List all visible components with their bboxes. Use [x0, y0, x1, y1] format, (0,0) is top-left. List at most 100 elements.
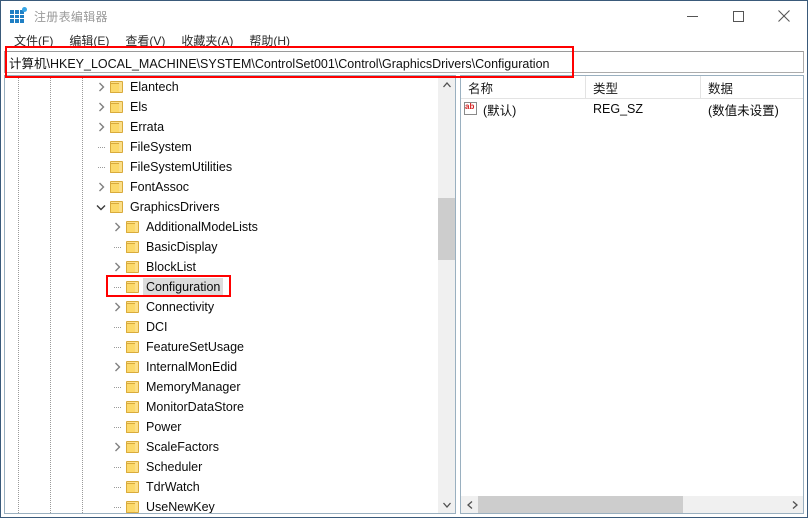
tree-item-scheduler[interactable]: Scheduler	[5, 457, 437, 477]
tree-item-dci[interactable]: DCI	[5, 317, 437, 337]
tree-vertical-scrollbar[interactable]	[437, 76, 455, 513]
chevron-right-icon[interactable]	[109, 257, 125, 277]
folder-icon	[125, 440, 141, 454]
folder-icon	[109, 100, 125, 114]
tree-item-label: Errata	[127, 118, 167, 136]
tree-connector-stub	[109, 337, 125, 357]
tree-connector-stub	[93, 137, 109, 157]
tree-connector-stub	[109, 397, 125, 417]
tree-item-memorymanager[interactable]: MemoryManager	[5, 377, 437, 397]
tree-item-label: UseNewKey	[143, 498, 218, 513]
tree-item-label: BasicDisplay	[143, 238, 221, 256]
scroll-right-icon[interactable]	[786, 496, 803, 513]
chevron-right-icon[interactable]	[93, 117, 109, 137]
tree-item-additionalmodelists[interactable]: AdditionalModeLists	[5, 217, 437, 237]
folder-icon	[109, 140, 125, 154]
tree-item-power[interactable]: Power	[5, 417, 437, 437]
tree-item-basicdisplay[interactable]: BasicDisplay	[5, 237, 437, 257]
tree-connector-stub	[93, 157, 109, 177]
tree-connector-stub	[109, 377, 125, 397]
content-panes: ElantechElsErrata FileSystem FileSystemUti…	[1, 75, 807, 517]
tree-scroll-thumb[interactable]	[438, 198, 455, 260]
tree-item-featuresetusage[interactable]: FeatureSetUsage	[5, 337, 437, 357]
value-row[interactable]: ab (默认) REG_SZ(数值未设置)	[461, 99, 803, 119]
folder-icon	[125, 480, 141, 494]
window-controls	[669, 1, 807, 31]
registry-editor-window: 注册表编辑器 文件(F) 编辑(E) 查看(V) 收藏夹(A) 帮助(H) 计算…	[0, 0, 808, 518]
tree-item-label: ScaleFactors	[143, 438, 222, 456]
scroll-left-icon[interactable]	[461, 496, 478, 513]
column-header-name[interactable]: 名称	[461, 76, 586, 98]
value-type-cell: REG_SZ	[586, 102, 701, 116]
tree-item-configuration[interactable]: Configuration	[5, 277, 437, 297]
string-value-icon: ab	[464, 102, 479, 116]
chevron-right-icon[interactable]	[93, 77, 109, 97]
tree-connector-stub	[109, 277, 125, 297]
folder-icon	[125, 280, 141, 294]
tree-item-label: BlockList	[143, 258, 199, 276]
value-data-cell: (数值未设置)	[701, 100, 803, 119]
chevron-right-icon[interactable]	[93, 177, 109, 197]
tree-item-label: FileSystem	[127, 138, 195, 156]
value-list-horizontal-scrollbar[interactable]	[461, 495, 803, 513]
registry-editor-icon	[10, 8, 26, 24]
tree-item-label: FeatureSetUsage	[143, 338, 247, 356]
tree-item-label: Scheduler	[143, 458, 205, 476]
chevron-down-icon[interactable]	[93, 197, 109, 217]
tree-item-connectivity[interactable]: Connectivity	[5, 297, 437, 317]
menu-view[interactable]: 查看(V)	[117, 31, 173, 51]
value-list-scroll-thumb[interactable]	[478, 496, 683, 513]
column-header-data[interactable]: 数据	[701, 76, 803, 98]
value-name-text: (默认)	[483, 100, 516, 119]
tree-connector-stub	[109, 237, 125, 257]
folder-icon	[125, 460, 141, 474]
tree-item-label: MemoryManager	[143, 378, 243, 396]
chevron-right-icon[interactable]	[109, 217, 125, 237]
tree-item-fontassoc[interactable]: FontAssoc	[5, 177, 437, 197]
minimize-button[interactable]	[669, 1, 715, 31]
chevron-right-icon[interactable]	[93, 97, 109, 117]
window-title: 注册表编辑器	[34, 8, 108, 25]
tree-item-monitordatastore[interactable]: MonitorDataStore	[5, 397, 437, 417]
tree-item-errata[interactable]: Errata	[5, 117, 437, 137]
tree-item-usenewkey[interactable]: UseNewKey	[5, 497, 437, 513]
folder-icon	[125, 240, 141, 254]
chevron-right-icon[interactable]	[109, 357, 125, 377]
tree-item-internalmonedid[interactable]: InternalMonEdid	[5, 357, 437, 377]
folder-icon	[125, 400, 141, 414]
tree-item-label: GraphicsDrivers	[127, 198, 223, 216]
menu-bar: 文件(F) 编辑(E) 查看(V) 收藏夹(A) 帮助(H)	[1, 31, 807, 51]
tree-item-tdrwatch[interactable]: TdrWatch	[5, 477, 437, 497]
tree-item-label: AdditionalModeLists	[143, 218, 261, 236]
chevron-right-icon[interactable]	[109, 437, 125, 457]
menu-edit[interactable]: 编辑(E)	[61, 31, 117, 51]
close-button[interactable]	[761, 1, 807, 31]
folder-icon	[109, 180, 125, 194]
tree-item-graphicsdrivers[interactable]: GraphicsDrivers	[5, 197, 437, 217]
scroll-up-icon[interactable]	[438, 76, 455, 93]
tree-item-label: Connectivity	[143, 298, 217, 316]
tree-item-els[interactable]: Els	[5, 97, 437, 117]
tree-item-filesystem[interactable]: FileSystem	[5, 137, 437, 157]
tree-item-elantech[interactable]: Elantech	[5, 77, 437, 97]
scroll-down-icon[interactable]	[438, 496, 455, 513]
folder-icon	[125, 300, 141, 314]
menu-file[interactable]: 文件(F)	[6, 31, 61, 51]
tree-item-label: FileSystemUtilities	[127, 158, 235, 176]
key-tree[interactable]: ElantechElsErrata FileSystem FileSystemUti…	[5, 76, 437, 513]
maximize-button[interactable]	[715, 1, 761, 31]
tree-connector-stub	[109, 497, 125, 513]
tree-item-filesystemutilities[interactable]: FileSystemUtilities	[5, 157, 437, 177]
tree-connector-stub	[109, 477, 125, 497]
tree-item-blocklist[interactable]: BlockList	[5, 257, 437, 277]
folder-icon	[125, 380, 141, 394]
column-header-type[interactable]: 类型	[586, 76, 701, 98]
address-bar[interactable]: 计算机\HKEY_LOCAL_MACHINE\SYSTEM\ControlSet…	[4, 51, 804, 73]
menu-help[interactable]: 帮助(H)	[241, 31, 298, 51]
menu-favorites[interactable]: 收藏夹(A)	[173, 31, 241, 51]
tree-item-label: Configuration	[143, 278, 223, 296]
tree-item-label: InternalMonEdid	[143, 358, 240, 376]
chevron-right-icon[interactable]	[109, 297, 125, 317]
tree-item-scalefactors[interactable]: ScaleFactors	[5, 437, 437, 457]
value-list-body[interactable]: ab (默认) REG_SZ(数值未设置)	[461, 99, 803, 495]
